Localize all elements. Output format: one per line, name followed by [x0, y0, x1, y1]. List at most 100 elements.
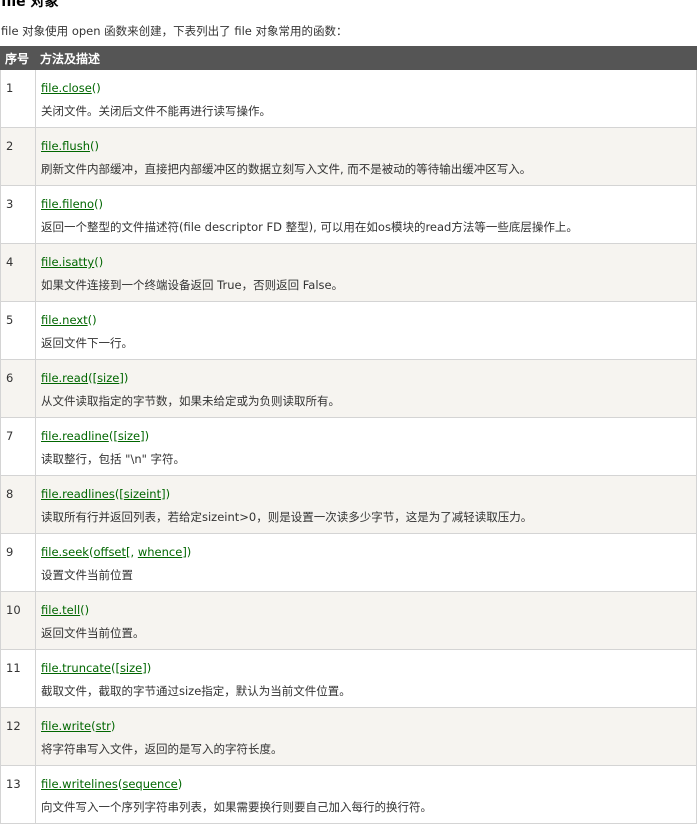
method-signature: file.write(str): [41, 708, 696, 733]
row-number: 4: [6, 255, 14, 269]
intro-text: file 对象使用 open 函数来创建，下表列出了 file 对象常用的函数：: [1, 24, 348, 38]
page-heading: file 对象: [1, 0, 59, 10]
method-link[interactable]: file.read: [41, 371, 88, 385]
method-signature: file.read([size]): [41, 360, 696, 385]
method-cell: file.read([size]) 从文件读取指定的字节数，如果未给定或为负则读取…: [35, 359, 697, 418]
method-link[interactable]: file.next: [41, 313, 88, 327]
method-link[interactable]: file.writelines: [41, 777, 118, 791]
parameter-link[interactable]: sequence: [122, 777, 177, 791]
row-number-cell: 11: [0, 649, 36, 708]
table-row: 1 file.close() 关闭文件。关闭后文件不能再进行读写操作。: [0, 69, 697, 128]
table-row: 10 file.tell() 返回文件当前位置。: [0, 591, 697, 650]
row-number: 2: [6, 139, 14, 153]
row-number: 10: [6, 603, 21, 617]
row-number: 11: [6, 661, 21, 675]
parameter-link[interactable]: size: [97, 371, 119, 385]
row-number: 13: [6, 777, 21, 791]
parameter-link[interactable]: offset: [93, 545, 126, 559]
table-row: 6 file.read([size]) 从文件读取指定的字节数，如果未给定或为负则读…: [0, 359, 697, 418]
row-number: 7: [6, 429, 14, 443]
table-row: 8 file.readlines([sizeint]) 读取所有行并返回列表，若给定…: [0, 475, 697, 534]
method-link[interactable]: file.write: [41, 719, 91, 733]
row-number-cell: 7: [0, 417, 36, 476]
row-number-cell: 12: [0, 707, 36, 766]
row-number: 6: [6, 371, 14, 385]
method-link[interactable]: file.flush: [41, 139, 90, 153]
method-signature: file.readline([size]): [41, 418, 696, 443]
method-link[interactable]: file.readline: [41, 429, 109, 443]
row-number-cell: 8: [0, 475, 36, 534]
row-number-cell: 1: [0, 69, 36, 128]
row-number: 9: [6, 545, 14, 559]
method-link[interactable]: file.isatty: [41, 255, 94, 269]
method-signature: file.next(): [41, 302, 696, 327]
parameter-link[interactable]: whence: [138, 545, 182, 559]
method-link[interactable]: file.seek: [41, 545, 89, 559]
table-row: 13 file.writelines(sequence) 向文件写入一个序列字符串列…: [0, 765, 697, 824]
parameter-link[interactable]: size: [118, 429, 140, 443]
table-row: 9 file.seek(offset[, whence]) 设置文件当前位置: [0, 533, 697, 592]
method-description: 向文件写入一个序列字符串列表，如果需要换行则要自己加入每行的换行符。: [41, 800, 432, 814]
method-description: 刷新文件内部缓冲，直接把内部缓冲区的数据立刻写入文件, 而不是被动的等待输出缓冲…: [41, 162, 532, 176]
method-cell: file.writelines(sequence) 向文件写入一个序列字符串列表，…: [35, 765, 697, 824]
parameter-link[interactable]: sizeint: [124, 487, 161, 501]
method-cell: file.isatty() 如果文件连接到一个终端设备返回 True，否则返回 F…: [35, 243, 697, 302]
signature-punctuation: (): [91, 81, 101, 95]
method-description: 如果文件连接到一个终端设备返回 True，否则返回 False。: [41, 278, 344, 292]
table-row: 4 file.isatty() 如果文件连接到一个终端设备返回 True，否则返回 …: [0, 243, 697, 302]
method-description: 截取文件，截取的字节通过size指定，默认为当前文件位置。: [41, 684, 351, 698]
parameter-link[interactable]: str: [96, 719, 111, 733]
method-cell: file.tell() 返回文件当前位置。: [35, 591, 697, 650]
signature-punctuation: [,: [126, 545, 138, 559]
method-description: 读取所有行并返回列表，若给定sizeint>0，则是设置一次读多少字节，这是为了…: [41, 510, 533, 524]
row-number-cell: 10: [0, 591, 36, 650]
row-number-cell: 3: [0, 185, 36, 244]
header-number: 序号: [0, 46, 36, 70]
method-signature: file.close(): [41, 70, 696, 95]
method-link[interactable]: file.truncate: [41, 661, 111, 675]
signature-punctuation: ([: [88, 371, 98, 385]
method-description: 读取整行，包括 "\n" 字符。: [41, 452, 186, 466]
method-signature: file.flush(): [41, 128, 696, 153]
method-description: 返回文件下一行。: [41, 336, 133, 350]
row-number-cell: 6: [0, 359, 36, 418]
signature-punctuation: ([: [108, 429, 118, 443]
row-number-cell: 5: [0, 301, 36, 360]
method-link[interactable]: file.readlines: [41, 487, 115, 501]
signature-punctuation: (): [87, 313, 97, 327]
method-cell: file.close() 关闭文件。关闭后文件不能再进行读写操作。: [35, 69, 697, 128]
method-link[interactable]: file.tell: [41, 603, 80, 617]
parameter-link[interactable]: size: [120, 661, 142, 675]
table-row: 11 file.truncate([size]) 截取文件，截取的字节通过size指…: [0, 649, 697, 708]
signature-punctuation: ([: [110, 661, 120, 675]
row-number-cell: 9: [0, 533, 36, 592]
row-number: 5: [6, 313, 14, 327]
signature-punctuation: ): [177, 777, 183, 791]
method-description: 从文件读取指定的字节数，如果未给定或为负则读取所有。: [41, 394, 340, 408]
method-link[interactable]: file.close: [41, 81, 92, 95]
signature-punctuation: (): [94, 197, 103, 211]
method-signature: file.readlines([sizeint]): [41, 476, 696, 501]
method-signature: file.tell(): [41, 592, 696, 617]
table-row: 5 file.next() 返回文件下一行。: [0, 301, 697, 360]
row-number-cell: 2: [0, 127, 36, 186]
row-number: 8: [6, 487, 14, 501]
method-signature: file.truncate([size]): [41, 650, 696, 675]
method-cell: file.flush() 刷新文件内部缓冲，直接把内部缓冲区的数据立刻写入文件, …: [35, 127, 697, 186]
header-method-description: 方法及描述: [35, 46, 697, 70]
row-number-cell: 13: [0, 765, 36, 824]
method-cell: file.readline([size]) 读取整行，包括 "\n" 字符。: [35, 417, 697, 476]
signature-punctuation: (): [80, 603, 90, 617]
method-signature: file.seek(offset[, whence]): [41, 534, 696, 559]
signature-punctuation: (): [94, 255, 104, 269]
method-link[interactable]: file.fileno: [41, 197, 94, 211]
row-number: 1: [6, 81, 14, 95]
signature-punctuation: ]): [140, 429, 150, 443]
method-cell: file.next() 返回文件下一行。: [35, 301, 697, 360]
signature-punctuation: ]): [182, 545, 192, 559]
signature-punctuation: (): [89, 139, 99, 153]
row-number: 12: [6, 719, 21, 733]
table-body: 1 file.close() 关闭文件。关闭后文件不能再进行读写操作。 2 file.f…: [0, 69, 697, 824]
method-cell: file.fileno() 返回一个整型的文件描述符(file descripto…: [35, 185, 697, 244]
table-row: 7 file.readline([size]) 读取整行，包括 "\n" 字符。: [0, 417, 697, 476]
